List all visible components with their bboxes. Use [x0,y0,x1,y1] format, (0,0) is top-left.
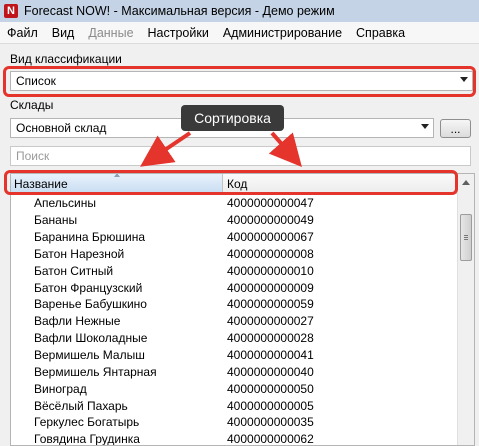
annotation-arrows [140,131,302,168]
arrow-left [140,131,192,167]
sorting-callout: Сортировка [181,105,284,131]
arrow-right [268,131,302,168]
